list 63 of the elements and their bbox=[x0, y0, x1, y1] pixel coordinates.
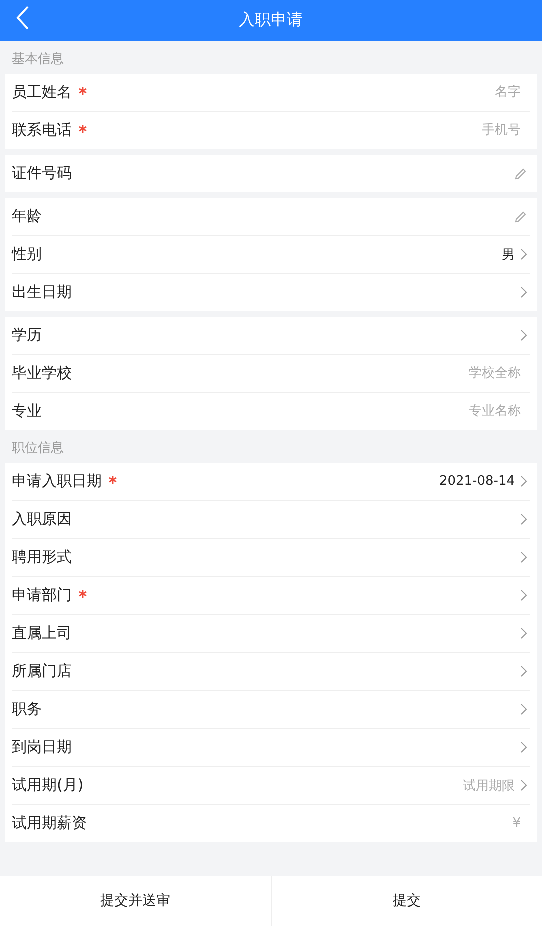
form-row[interactable]: 到岗日期 bbox=[12, 729, 530, 767]
chevron-icon bbox=[521, 552, 527, 563]
field-label: 性别 bbox=[12, 245, 42, 264]
form-row[interactable]: 专业 专业名称 bbox=[12, 393, 530, 430]
field-label: 聘用形式 bbox=[12, 548, 72, 567]
field-label: 年龄 bbox=[12, 207, 42, 226]
page-title: 入职申请 bbox=[239, 10, 303, 31]
form-row[interactable]: 职务 bbox=[12, 691, 530, 729]
section-header: 基本信息 bbox=[11, 51, 65, 69]
field-value: 男 bbox=[502, 246, 515, 264]
section-header: 职位信息 bbox=[11, 440, 65, 458]
text-field[interactable]: 手机号 bbox=[361, 123, 521, 138]
form-row[interactable]: 申请入职日期 2021-08-14 bbox=[12, 463, 530, 501]
form-row[interactable]: 性别 男 bbox=[12, 236, 530, 274]
field-label: 所属门店 bbox=[12, 662, 72, 681]
field-label: 毕业学校 bbox=[12, 364, 72, 383]
form-row[interactable]: 所属门店 bbox=[12, 653, 530, 691]
pencil-icon bbox=[515, 210, 527, 222]
text-field[interactable]: 学校全称 bbox=[361, 366, 521, 381]
field-label: 学历 bbox=[12, 326, 42, 345]
field-value: 2021-08-14 bbox=[439, 474, 515, 489]
field-label: 到岗日期 bbox=[12, 738, 72, 757]
field-placeholder: 试用期限 bbox=[463, 778, 515, 794]
form-row[interactable]: 员工姓名 名字 bbox=[12, 74, 530, 112]
field-label: 职务 bbox=[12, 700, 42, 719]
chevron-icon bbox=[521, 249, 527, 260]
text-field[interactable]: 名字 bbox=[361, 85, 521, 100]
chevron-icon bbox=[521, 590, 527, 601]
form-row[interactable]: 聘用形式 bbox=[12, 539, 530, 577]
form-row[interactable]: 出生日期 bbox=[12, 274, 530, 311]
field-label: 申请入职日期 bbox=[12, 472, 102, 491]
chevron-icon bbox=[521, 514, 527, 525]
field-label: 员工姓名 bbox=[12, 83, 72, 102]
field-label: 入职原因 bbox=[12, 510, 72, 529]
chevron-icon bbox=[521, 476, 527, 487]
field-label: 试用期(月) bbox=[12, 776, 84, 795]
form-row[interactable]: 联系电话 手机号 bbox=[12, 112, 530, 149]
chevron-icon bbox=[521, 330, 527, 341]
form-row[interactable]: 直属上司 bbox=[12, 615, 530, 653]
chevron-icon bbox=[521, 780, 527, 791]
back-icon[interactable] bbox=[16, 6, 30, 30]
chevron-icon bbox=[521, 666, 527, 677]
field-label: 申请部门 bbox=[12, 586, 72, 605]
form-row[interactable]: 年龄 bbox=[12, 198, 530, 236]
field-label: 联系电话 bbox=[12, 121, 72, 140]
field-label: 证件号码 bbox=[12, 164, 72, 183]
form-row[interactable]: 毕业学校 学校全称 bbox=[12, 355, 530, 393]
chevron-icon bbox=[521, 628, 527, 639]
chevron-icon bbox=[521, 287, 527, 298]
form-row[interactable]: 试用期(月) 试用期限 bbox=[12, 767, 530, 805]
field-label: 出生日期 bbox=[12, 283, 72, 302]
currency-symbol: ¥ bbox=[512, 816, 521, 831]
form-row[interactable]: 试用期薪资 ¥ bbox=[12, 805, 530, 842]
field-label: 直属上司 bbox=[12, 624, 72, 643]
field-label: 试用期薪资 bbox=[12, 814, 87, 833]
field-label: 专业 bbox=[12, 402, 42, 421]
chevron-icon bbox=[521, 704, 527, 715]
form-row[interactable]: 学历 bbox=[12, 317, 530, 355]
form-row[interactable]: 入职原因 bbox=[12, 501, 530, 539]
chevron-icon bbox=[521, 742, 527, 753]
text-field[interactable]: 专业名称 bbox=[361, 404, 521, 419]
form-row[interactable]: 申请部门 bbox=[12, 577, 530, 615]
pencil-icon bbox=[515, 168, 527, 180]
